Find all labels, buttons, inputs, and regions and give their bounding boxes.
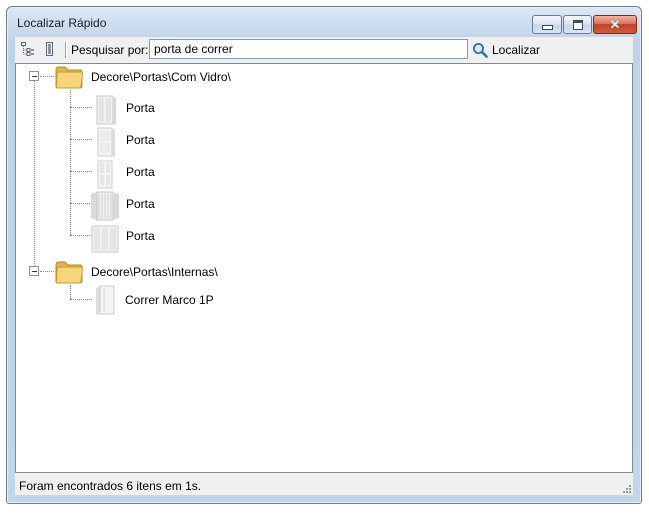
tree-item[interactable]: Porta xyxy=(126,165,155,179)
quick-find-window: Localizar Rápido ✕ Pesquisar por: porta … xyxy=(6,6,642,504)
door-icon xyxy=(91,191,119,221)
folder-icon xyxy=(55,261,84,284)
search-label: Pesquisar por: xyxy=(71,43,149,57)
minimize-icon xyxy=(533,16,561,33)
tree-connector xyxy=(40,76,54,77)
resize-grip-icon[interactable] xyxy=(621,483,631,493)
window-title: Localizar Rápido xyxy=(17,16,107,30)
toolbar: Pesquisar por: Localizar xyxy=(15,37,633,63)
tree-collapse-icon[interactable] xyxy=(43,42,57,56)
door-icon xyxy=(96,285,115,315)
group-expander[interactable] xyxy=(29,266,39,276)
group-path[interactable]: Decore\Portas\Com Vidro\ xyxy=(91,70,231,84)
maximize-button[interactable] xyxy=(563,15,592,34)
minimize-button[interactable] xyxy=(532,15,562,34)
magnifier-icon xyxy=(473,43,488,58)
tree-item[interactable]: Correr Marco 1P xyxy=(125,293,214,307)
group-expander[interactable] xyxy=(29,71,39,81)
status-text: Foram encontrados 6 itens em 1s. xyxy=(19,479,202,493)
tree-connector xyxy=(70,139,92,140)
door-icon xyxy=(91,225,119,253)
door-icon xyxy=(96,95,116,125)
results-tree[interactable]: Decore\Portas\Com Vidro\ Porta Porta Por… xyxy=(15,63,633,473)
tree-connector xyxy=(34,76,35,272)
find-button[interactable]: Localizar xyxy=(472,40,540,60)
close-icon: ✕ xyxy=(609,17,621,32)
tree-item[interactable]: Porta xyxy=(126,229,155,243)
tree-connector xyxy=(40,271,54,272)
tree-item[interactable]: Porta xyxy=(126,101,155,115)
tree-connector xyxy=(70,90,71,235)
tree-connector xyxy=(70,299,92,300)
door-icon xyxy=(97,160,113,189)
folder-icon xyxy=(55,66,84,89)
search-input[interactable] xyxy=(149,39,468,59)
group-path[interactable]: Decore\Portas\Internas\ xyxy=(91,265,218,279)
close-button[interactable]: ✕ xyxy=(593,15,637,34)
title-bar[interactable]: Localizar Rápido ✕ xyxy=(7,7,641,37)
client-area: Pesquisar por: Localizar Decore\Portas\C… xyxy=(15,37,633,495)
tree-connector xyxy=(70,107,92,108)
tree-item[interactable]: Porta xyxy=(126,197,155,211)
tree-item[interactable]: Porta xyxy=(126,133,155,147)
toolbar-separator xyxy=(65,42,67,58)
status-bar: Foram encontrados 6 itens em 1s. xyxy=(15,473,633,495)
door-icon xyxy=(97,127,115,157)
maximize-icon xyxy=(564,16,591,33)
tree-connector xyxy=(70,285,71,299)
tree-expand-icon[interactable] xyxy=(21,42,35,56)
tree-connector xyxy=(70,171,92,172)
find-button-label: Localizar xyxy=(492,43,541,57)
